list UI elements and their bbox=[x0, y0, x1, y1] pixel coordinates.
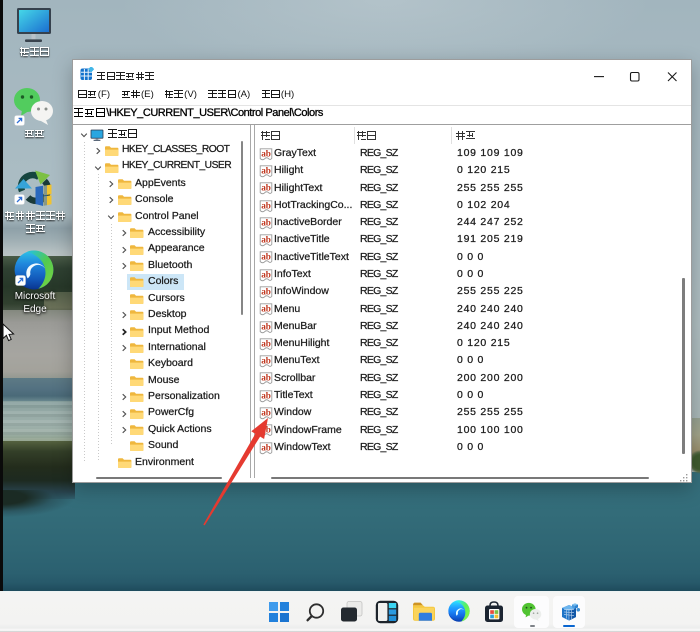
svg-text:ab: ab bbox=[261, 183, 271, 193]
svg-text:ab: ab bbox=[261, 148, 271, 158]
svg-text:ab: ab bbox=[261, 235, 271, 245]
svg-text:ab: ab bbox=[261, 304, 271, 314]
svg-text:ab: ab bbox=[261, 373, 271, 383]
svg-text:ab: ab bbox=[261, 390, 271, 400]
svg-text:ab: ab bbox=[261, 166, 271, 176]
svg-text:ab: ab bbox=[261, 338, 271, 348]
svg-text:ab: ab bbox=[261, 217, 271, 227]
svg-text:ab: ab bbox=[261, 200, 271, 210]
svg-text:ab: ab bbox=[261, 356, 271, 366]
svg-text:ab: ab bbox=[261, 269, 271, 279]
svg-text:ab: ab bbox=[261, 321, 271, 331]
svg-text:ab: ab bbox=[261, 286, 271, 296]
svg-text:ab: ab bbox=[261, 252, 271, 262]
